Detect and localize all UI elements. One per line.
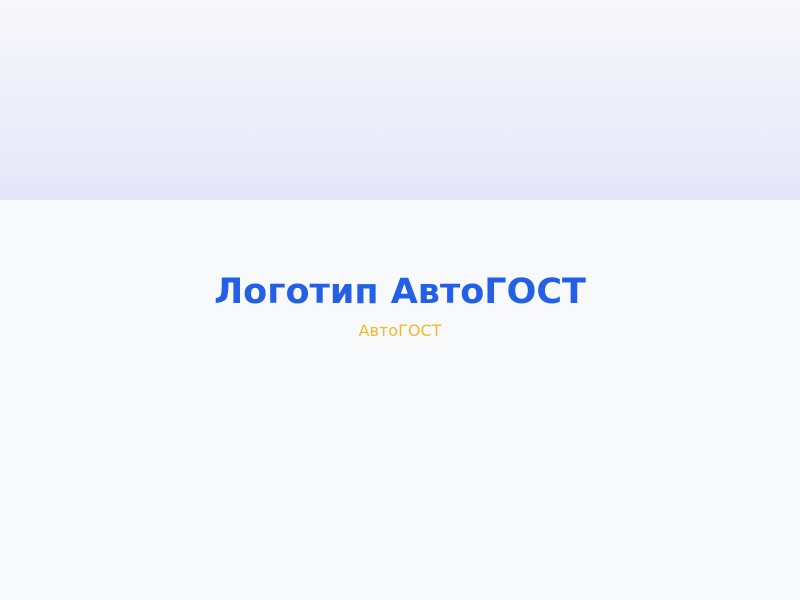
header-banner [0,0,800,200]
page: Логотип АвтоГОСТ АвтоГОСТ [0,0,800,600]
brand-subtitle: АвтоГОСТ [358,321,442,340]
page-title: Логотип АвтоГОСТ [214,272,586,312]
